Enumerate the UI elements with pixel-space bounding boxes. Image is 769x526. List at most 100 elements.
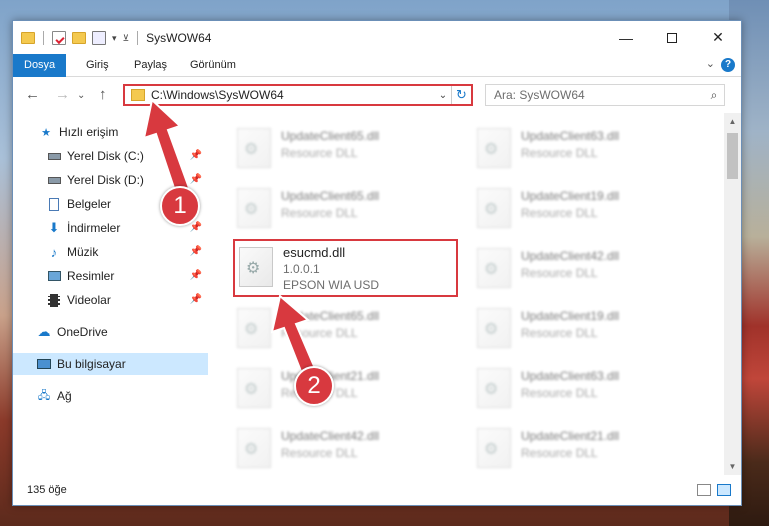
drive-icon	[47, 173, 61, 187]
list-item[interactable]: UpdateClient63.dll Resource DLL	[469, 123, 694, 173]
pin-icon: 📌	[189, 246, 202, 257]
new-folder-icon[interactable]	[72, 32, 86, 44]
list-item[interactable]: UpdateClient19.dll Resource DLL	[469, 303, 694, 353]
file-description: EPSON WIA USD	[283, 278, 380, 292]
file-name: UpdateClient63.dll	[521, 129, 620, 143]
tab-home[interactable]: Giriş	[75, 54, 120, 77]
dll-file-icon	[237, 368, 271, 408]
list-item[interactable]: UpdateClient42.dll Resource DLL	[229, 423, 454, 473]
pin-icon: 📌	[189, 270, 202, 281]
sidebar-item-label: Hızlı erişim	[59, 125, 119, 139]
download-icon: ⬇	[48, 220, 60, 235]
pin-icon: 📌	[189, 294, 202, 305]
up-arrow-icon[interactable]: ↑	[99, 86, 107, 103]
file-explorer-window: ▾ ⊻ SysWOW64 — ✕ Dosya Giriş Paylaş Görü…	[12, 20, 742, 506]
title-bar: ▾ ⊻ SysWOW64 — ✕	[13, 21, 741, 54]
toolbar-divider	[43, 31, 44, 45]
sidebar-item-music[interactable]: ♪ Müzik 📌	[13, 241, 208, 263]
tab-share[interactable]: Paylaş	[123, 54, 178, 77]
videos-icon	[47, 293, 61, 307]
dll-file-icon	[477, 368, 511, 408]
file-name: UpdateClient65.dll	[281, 189, 380, 203]
ribbon-tabs: Dosya Giriş Paylaş Görünüm ⌄ ?	[13, 54, 741, 77]
sidebar-item-label: Resimler	[67, 269, 115, 283]
sidebar-item-this-pc[interactable]: Bu bilgisayar	[13, 353, 208, 375]
documents-icon	[47, 197, 61, 211]
search-input[interactable]: Ara: SysWOW64 ⌕	[485, 84, 725, 106]
list-item[interactable]: UpdateClient63.dll Resource DLL	[469, 363, 694, 413]
ribbon-expand-icon[interactable]: ⌄	[706, 57, 715, 70]
file-description: Resource DLL	[521, 446, 598, 460]
minimize-button[interactable]: —	[603, 21, 649, 54]
drive-icon	[47, 149, 61, 163]
forward-arrow-icon[interactable]: →	[55, 86, 70, 103]
network-icon: 🖧	[37, 389, 51, 402]
list-item[interactable]: UpdateClient21.dllResource DLL	[229, 363, 454, 413]
file-description: Resource DLL	[521, 386, 598, 400]
tab-view[interactable]: Görünüm	[179, 54, 247, 77]
view-icon[interactable]	[92, 31, 106, 45]
list-item[interactable]: UpdateClient21.dllResource DLL	[469, 423, 694, 473]
file-version: 1.0.0.1	[283, 262, 320, 276]
annotation-badge-2: 2	[294, 366, 334, 406]
close-icon: ✕	[712, 29, 724, 45]
star-icon: ★	[41, 126, 51, 139]
status-bar: 135 öğe	[13, 475, 741, 505]
chevron-down-icon[interactable]: ▾	[112, 33, 117, 44]
sidebar-item-videos[interactable]: Videolar 📌	[13, 289, 208, 311]
help-icon[interactable]: ?	[721, 58, 735, 72]
cloud-icon: ☁	[37, 324, 51, 339]
sidebar-item-onedrive[interactable]: ☁ OneDrive	[13, 321, 208, 343]
dll-file-icon	[237, 128, 271, 168]
scroll-up-icon[interactable]: ▲	[724, 113, 741, 130]
properties-icon[interactable]	[52, 31, 66, 45]
list-item[interactable]: UpdateClient65.dll Resource DLL	[229, 183, 454, 233]
chevron-down-icon[interactable]: ⌄	[435, 90, 451, 101]
file-description: Resource DLL	[281, 206, 358, 220]
tiles-view-icon[interactable]	[717, 484, 731, 496]
navigation-bar: ← → ⌄ ↑ C:\Windows\SysWOW64 ⌄ ↻ Ara: Sys…	[13, 78, 741, 112]
dll-file-icon	[237, 308, 271, 348]
search-placeholder: Ara: SysWOW64	[494, 88, 585, 102]
annotation-badge-1: 1	[160, 186, 200, 226]
list-item[interactable]: UpdateClient42.dll Resource DLL	[469, 243, 694, 293]
list-item[interactable]: UpdateClient19.dll Resource DLL	[469, 183, 694, 233]
file-name: esucmd.dll	[283, 245, 346, 260]
list-item[interactable]: UpdateClient65.dllResource DLL	[229, 123, 454, 173]
maximize-button[interactable]	[649, 21, 695, 54]
back-arrow-icon[interactable]: ←	[25, 86, 40, 103]
file-name: UpdateClient63.dll	[521, 369, 620, 383]
sidebar-item-network[interactable]: 🖧 Ağ	[13, 385, 208, 407]
highlighted-file-esucmd[interactable]: esucmd.dll 1.0.0.1 EPSON WIA USD	[233, 239, 458, 297]
vertical-scrollbar[interactable]: ▲ ▼	[724, 113, 741, 475]
toolbar-divider	[137, 31, 139, 45]
tab-file[interactable]: Dosya	[13, 54, 67, 77]
details-view-icon[interactable]	[697, 484, 711, 496]
dll-file-icon	[477, 128, 511, 168]
sidebar-item-label: Müzik	[67, 245, 99, 259]
pictures-icon	[47, 269, 61, 283]
sidebar-item-pictures[interactable]: Resimler 📌	[13, 265, 208, 287]
close-button[interactable]: ✕	[695, 21, 741, 54]
file-description: Resource DLL	[281, 446, 358, 460]
sidebar-item-label: Yerel Disk (C:)	[67, 149, 144, 163]
item-count: 135 öğe	[27, 484, 67, 496]
dll-file-icon	[477, 308, 511, 348]
sidebar-item-label: Ağ	[57, 389, 72, 403]
scroll-down-icon[interactable]: ▼	[724, 458, 741, 475]
list-item[interactable]: UpdateClient65.dllResource DLL	[229, 303, 454, 353]
customize-toolbar-icon[interactable]: ⊻	[123, 33, 130, 44]
dll-file-icon	[477, 248, 511, 288]
dll-file-icon	[477, 428, 511, 468]
file-name: UpdateClient19.dll	[521, 309, 620, 323]
sidebar-item-label: Videolar	[67, 293, 111, 307]
quick-access-toolbar: ▾ ⊻ SysWOW64	[21, 30, 211, 46]
refresh-icon[interactable]: ↻	[451, 86, 471, 104]
file-description: Resource DLL	[521, 266, 598, 280]
window-title: SysWOW64	[146, 31, 212, 45]
search-icon[interactable]: ⌕	[704, 88, 724, 103]
recent-chevron-icon[interactable]: ⌄	[77, 90, 85, 101]
scroll-thumb[interactable]	[727, 133, 738, 179]
minimize-icon: —	[619, 29, 633, 46]
sidebar-item-label: Belgeler	[67, 197, 112, 211]
